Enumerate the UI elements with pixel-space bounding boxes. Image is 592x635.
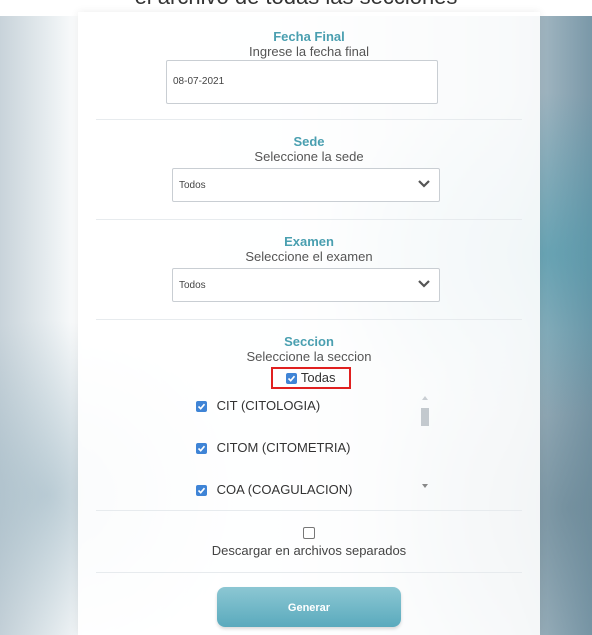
divider [96,219,522,220]
checkbox-checked-icon [196,401,207,413]
seccion-option-label: CIT (CITOLOGIA) [216,398,321,413]
seccion-option-citom[interactable]: CITOM (CITOMETRIA) [196,440,350,455]
seccion-option-label: CITOM (CITOMETRIA) [216,440,351,455]
seccion-option-cit[interactable]: CIT (CITOLOGIA) [196,398,320,413]
todas-checkbox[interactable]: Todas [271,367,351,389]
list-scrollbar[interactable] [418,392,432,492]
examen-select[interactable]: Todos [172,268,440,302]
checkbox-checked-icon [196,485,207,497]
fecha-final-input[interactable]: 08-07-2021 [166,60,438,104]
examen-title: Examen [284,234,334,249]
seccion-subtitle: Seleccione la seccion [246,349,372,364]
checkbox-checked-icon [196,443,207,455]
chevron-down-icon [418,280,430,288]
examen-section: Examen Seleccione el examen [78,234,540,264]
sede-subtitle: Seleccione la sede [254,149,364,164]
descargar-label: Descargar en archivos separados [211,543,407,558]
seccion-section: Seccion Seleccione la seccion [78,334,540,364]
divider [96,119,522,120]
examen-selected-value: Todos [179,280,206,291]
seccion-option-label: COA (COAGULACION) [216,482,353,497]
sede-select[interactable]: Todos [172,168,440,202]
descargar-checkbox[interactable] [303,527,315,539]
fecha-final-title: Fecha Final [273,29,345,44]
divider [96,319,522,320]
sede-title: Sede [293,134,325,149]
divider [96,510,522,511]
divider [96,572,522,573]
chevron-down-icon [418,180,430,188]
todas-label: Todas [300,370,336,385]
scrollbar-thumb[interactable] [421,408,429,426]
examen-subtitle: Seleccione el examen [245,249,373,264]
seccion-option-coa[interactable]: COA (COAGULACION) [196,482,352,497]
sede-section: Sede Seleccione la sede [78,134,540,164]
seccion-title: Seccion [284,334,334,349]
sede-selected-value: Todos [179,180,206,191]
report-form-card: Fecha Final Ingrese la fecha final 08-07… [78,12,540,635]
generar-button[interactable]: Generar [217,587,401,627]
checkbox-checked-icon [286,373,298,385]
fecha-final-subtitle: Ingrese la fecha final [249,44,369,59]
fecha-final-section: Fecha Final Ingrese la fecha final [78,29,540,59]
